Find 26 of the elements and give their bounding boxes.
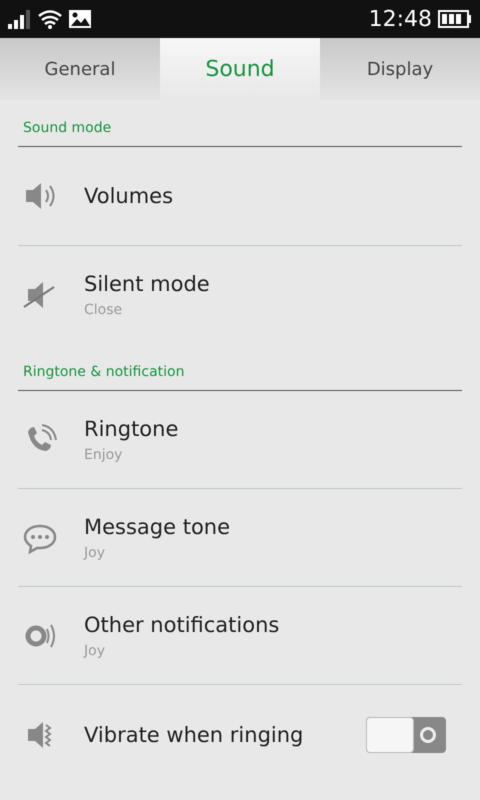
settings-row[interactable]: Ringtone Enjoy [18, 391, 462, 489]
settings-row[interactable]: Vibrate when ringing [18, 685, 462, 784]
settings-row[interactable]: Volumes [18, 147, 462, 246]
tab[interactable]: Display [320, 38, 480, 100]
row-title: Silent mode [84, 272, 211, 296]
row-subtitle: Joy [84, 544, 106, 560]
row-title: Ringtone [84, 416, 180, 440]
row-title: Vibrate when ringing [84, 722, 304, 746]
wifi-icon [38, 9, 62, 29]
settings-row[interactable]: Other notifications Joy [18, 587, 462, 685]
row-title: Volumes [84, 184, 174, 208]
settings-row[interactable]: Message tone Joy [18, 489, 462, 587]
settings-row[interactable]: Silent mode Close [18, 246, 462, 344]
signal-icon [8, 9, 32, 29]
section-header: Sound mode [18, 100, 462, 147]
section-header: Ringtone & notification [18, 344, 462, 391]
row-subtitle: Close [84, 302, 124, 318]
tab[interactable]: General [0, 38, 160, 100]
row-title: Message tone [84, 514, 232, 538]
battery-icon [438, 10, 472, 28]
image-icon [68, 9, 92, 29]
row-title: Other notifications [84, 612, 280, 636]
row-subtitle: Enjoy [84, 446, 124, 462]
clock-time: 12:48 [368, 6, 432, 32]
row-subtitle: Joy [84, 642, 106, 658]
toggle-switch[interactable] [366, 716, 446, 752]
